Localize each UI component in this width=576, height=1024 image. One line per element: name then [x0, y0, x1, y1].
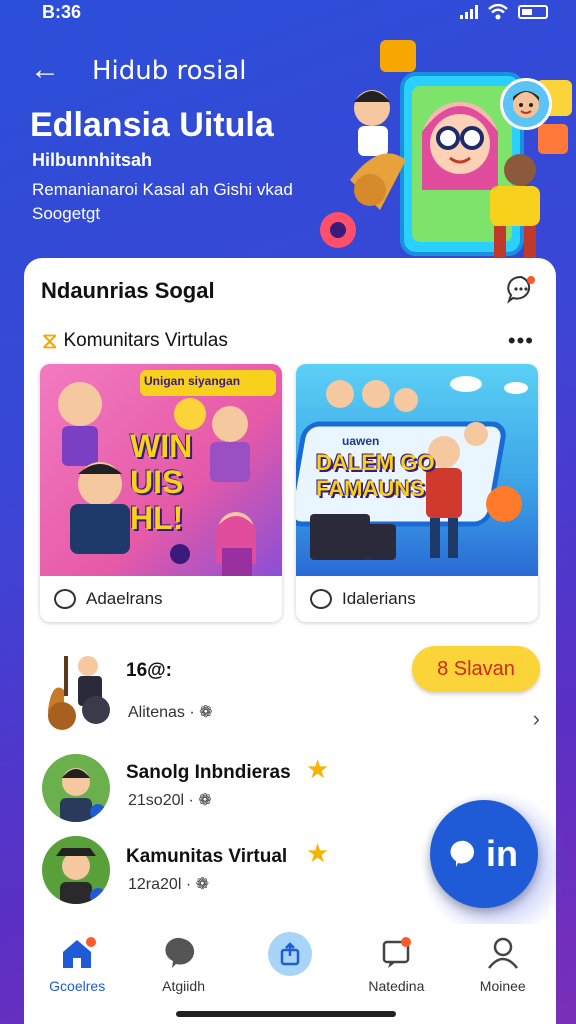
list-item-meta: Alitenas · ❁ [128, 702, 213, 722]
header-title: Hidub rosial [92, 56, 247, 86]
share-button-bg [267, 932, 312, 976]
home-icon [63, 937, 97, 968]
star-icon: ★ [306, 754, 330, 784]
signal-icon [460, 5, 478, 19]
members-icon: ❁ [198, 792, 212, 809]
status-bar: B:36 [0, 0, 576, 30]
home-indicator[interactable] [176, 1011, 396, 1017]
hero-title: Edlansia Uitula [30, 106, 274, 144]
tile-label: Idalerians [342, 589, 416, 608]
tile-banner: Unigan siyangan [144, 374, 241, 388]
battery-icon [518, 5, 548, 19]
header: ← Hidub rosial Edlansia Uitula Hilbunnhi… [0, 40, 576, 260]
chevron-right-icon[interactable]: › [533, 706, 540, 732]
status-icons [460, 4, 548, 20]
nav-label: Moinee [479, 978, 526, 994]
more-options-icon[interactable]: ••• [508, 328, 534, 354]
hero-illustration [320, 40, 572, 258]
tile-image: WIN UIS HL! Unigan siyangan [40, 364, 282, 576]
comment-icon [310, 589, 332, 609]
back-arrow-icon[interactable]: ← [30, 54, 62, 86]
members-icon: ❁ [199, 704, 213, 721]
bottom-navigation: Gcoelres Atgiidh Natedina Moinee [24, 924, 556, 1024]
tile-label: Adaelrans [86, 589, 163, 608]
tile-footer: Idalerians [296, 576, 538, 622]
community-icon: ⧖ [42, 328, 58, 353]
avatar-face-icon [503, 81, 549, 127]
list-item-meta: 21so20l · ❁ [128, 790, 212, 810]
notification-icon [383, 937, 412, 968]
tile-overlay: WIN UIS HL! [130, 428, 193, 536]
profile-icon [487, 937, 518, 969]
list-item-name: Sanolg Inbndieras [126, 762, 291, 783]
section-header: ⧖ Komunitars Virtulas [42, 328, 228, 354]
status-time: B:36 [42, 2, 82, 22]
tile-footer: Adaelrans [40, 576, 282, 622]
profile-avatar[interactable] [500, 78, 552, 130]
comment-icon [54, 589, 76, 609]
tile-overlay: DALEM GO FAMAUNS [316, 450, 435, 501]
list-item-name: 16@: [126, 660, 172, 681]
user-avatar [42, 836, 110, 904]
nav-label: Natedina [368, 978, 425, 994]
nav-home[interactable]: Gcoelres [27, 936, 127, 1024]
chat-bubble-icon [164, 937, 194, 968]
star-icon: ★ [306, 838, 330, 868]
group-avatar [42, 650, 118, 736]
list-item-meta-text: 12ra20l · [128, 876, 192, 893]
linkedin-fab-button[interactable]: in [430, 800, 538, 908]
list-item[interactable]: 16@: Alitenas · ❁ [24, 650, 556, 734]
user-avatar [42, 754, 110, 822]
tile-banner: uawen [342, 434, 380, 448]
hero-subtitle: Hilbunnhitsah [32, 150, 152, 170]
community-tile[interactable]: DALEM GO FAMAUNS uawen Idalerians [296, 364, 538, 622]
list-item-meta-text: 21so20l · [128, 792, 194, 809]
hero-description: Remanianaroi Kasal ah Gishi vkad Soogetg… [32, 180, 293, 223]
list-item-meta: 12ra20l · ❁ [128, 874, 209, 894]
fab-label: in [486, 833, 518, 874]
nav-label: Gcoelres [49, 978, 106, 994]
section-title: Komunitars Virtulas [63, 330, 228, 351]
nav-label: Atgiidh [162, 978, 205, 994]
wifi-icon [488, 4, 508, 20]
nav-profile[interactable]: Moinee [453, 936, 553, 1024]
share-icon [280, 942, 300, 966]
card-title: Ndaunrias Sogal [41, 278, 215, 303]
members-icon: ❁ [195, 876, 210, 893]
list-item-meta-text: Alitenas · [128, 704, 195, 721]
chat-bubble-icon[interactable] [506, 274, 536, 304]
list-item-name: Kamunitas Virtual [126, 846, 288, 867]
chat-bubble-icon [450, 840, 474, 867]
tile-image: DALEM GO FAMAUNS uawen [296, 364, 538, 576]
community-tile[interactable]: WIN UIS HL! Unigan siyangan Adaelrans [40, 364, 282, 622]
